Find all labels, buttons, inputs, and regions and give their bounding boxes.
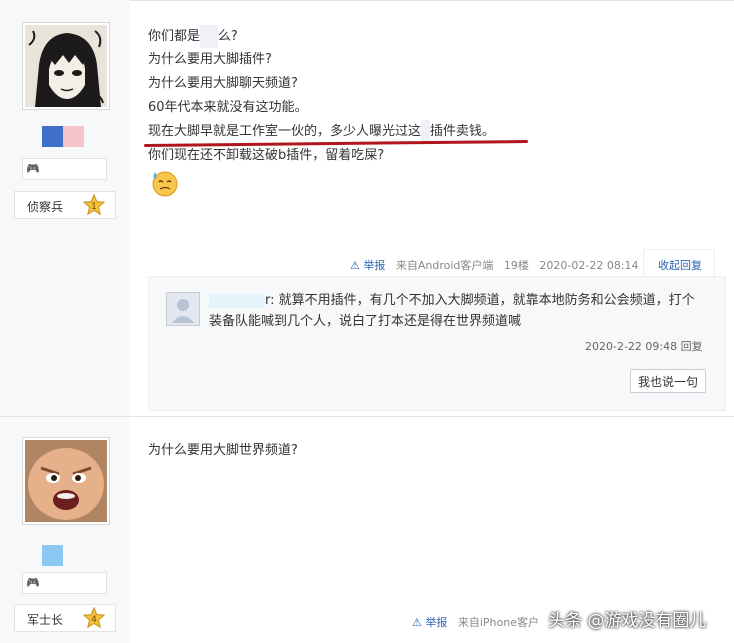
post-meta: ⚠ 举报 来自Android客户端 19楼 2020-02-22 08:14: [350, 257, 639, 273]
client-source: 来自iPhone客户: [457, 616, 539, 629]
member-level-bar: 🎮: [22, 572, 107, 594]
floor-number: 19楼: [503, 259, 529, 272]
reply-time: 2020-2-22 09:48: [585, 340, 678, 353]
rank-badge: 侦察兵 1: [14, 191, 116, 219]
sweat-emoji-icon: [152, 171, 178, 197]
svg-text:4: 4: [91, 615, 97, 625]
collapse-replies-link[interactable]: 收起回复: [658, 257, 702, 273]
badge-blue: [42, 126, 63, 147]
user-badges: [42, 545, 63, 566]
post-body-line: 你们都是XX么?: [148, 25, 238, 48]
default-user-icon: [167, 293, 199, 325]
report-link[interactable]: ⚠ 举报: [350, 259, 385, 272]
post-time: 2020-02-22 08:14: [539, 259, 639, 272]
star-level-icon: 1: [83, 194, 105, 216]
rank-badge: 军士长 4: [14, 604, 116, 632]
watermark: 头条 @游戏没有圈儿: [548, 611, 707, 631]
post-body-line: 你们现在还不卸载这破b插件，留着吃屎?: [148, 148, 385, 163]
reply-username-tail: r:: [265, 293, 275, 308]
badge-lightblue: [42, 545, 63, 566]
reply-text: 就算不用插件，有几个不加入大脚频道，就靠本地防务和公会频道，打个装备队能喊到几个…: [209, 293, 695, 329]
badge-pink: [63, 126, 84, 147]
anime-avatar-image: [25, 25, 107, 107]
post-body-line: 为什么要用大脚世界频道?: [148, 443, 298, 458]
avatar[interactable]: [22, 22, 110, 110]
baby-face-avatar-image: [25, 440, 107, 522]
gamepad-icon: 🎮: [26, 162, 40, 175]
star-level-icon: 4: [83, 607, 105, 629]
post-divider: [0, 416, 734, 417]
member-level-bar: 🎮: [22, 158, 107, 180]
reply-avatar[interactable]: [166, 292, 200, 326]
rank-label: 侦察兵: [27, 200, 64, 214]
reply-link[interactable]: 回复: [681, 340, 703, 353]
reply-content: r: 就算不用插件，有几个不加入大脚频道，就靠本地防务和公会频道，打个装备队能喊…: [209, 290, 699, 332]
user-badges: [42, 126, 84, 147]
post-meta: ⚠ 举报 来自iPhone客户: [412, 614, 539, 630]
report-link[interactable]: ⚠ 举报: [412, 616, 447, 629]
post-body-line-highlighted: 现在大脚早就是工作室一伙的，多少人曝光过这X插件卖钱。: [148, 120, 495, 143]
svg-text:1: 1: [91, 202, 97, 212]
client-source: 来自Android客户端: [395, 259, 494, 272]
post-body-line: 为什么要用大脚插件?: [148, 52, 272, 67]
post-body-line: 为什么要用大脚聊天频道?: [148, 76, 298, 91]
reply-meta: 2020-2-22 09:48 回复: [585, 338, 703, 354]
add-comment-button[interactable]: 我也说一句: [630, 369, 706, 393]
rank-label: 军士长: [27, 613, 64, 627]
post-body-line: 60年代本来就没有这功能。: [148, 100, 308, 115]
gamepad-icon: 🎮: [26, 576, 40, 589]
avatar[interactable]: [22, 437, 110, 525]
reply-username-redacted[interactable]: [209, 293, 265, 308]
